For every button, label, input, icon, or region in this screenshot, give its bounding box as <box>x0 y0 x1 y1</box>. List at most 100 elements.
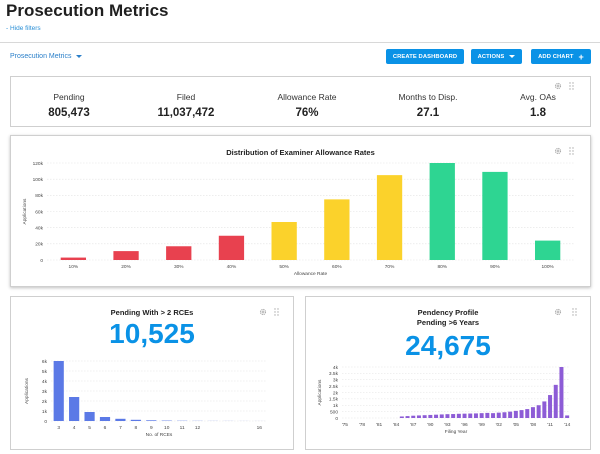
actions-button[interactable]: ACTIONS <box>471 49 522 64</box>
bar <box>399 416 404 418</box>
y-tick-label: 4k <box>42 379 48 385</box>
kpi-months-to-disp: Months to Disp. 27.1 <box>373 92 483 119</box>
x-tick-label: '02 <box>496 422 503 428</box>
y-tick-label: 1.5k <box>329 397 339 403</box>
pendency-chart-card: Pendency Profile Pending >6 Years 24,675… <box>305 296 591 450</box>
x-tick-label: '99 <box>479 422 486 428</box>
kpi-avg-oas: Avg. OAs 1.8 <box>483 92 593 119</box>
bar <box>468 413 473 418</box>
x-tick-label: '78 <box>359 422 366 428</box>
y-tick-label: 3k <box>333 378 339 384</box>
y-tick-label: 5k <box>42 369 48 375</box>
bar <box>502 412 507 418</box>
bar <box>84 412 95 421</box>
kpi-filed: Filed 11,037,472 <box>131 92 241 119</box>
y-tick-label: 1k <box>42 409 48 415</box>
bar <box>405 416 410 418</box>
x-tick-label: '81 <box>376 422 383 428</box>
dashboard-select[interactable]: Prosecution Metrics <box>10 53 83 60</box>
kpi-value: 27.1 <box>416 107 440 119</box>
kpi-allowance-rate: Allowance Rate 76% <box>252 92 362 119</box>
y-axis-label: Applications <box>317 379 323 405</box>
bar <box>429 163 455 260</box>
plus-icon: + <box>578 51 584 62</box>
y-tick-label: 80k <box>35 193 43 199</box>
bar <box>445 414 450 418</box>
kpi-card: Pending 805,473 Filed 11,037,472 Allowan… <box>10 76 591 127</box>
bar <box>530 407 535 418</box>
y-tick-label: 120k <box>33 161 44 167</box>
drag-handle-icon[interactable] <box>569 82 574 90</box>
bar <box>519 410 524 418</box>
page-title: Prosecution Metrics <box>6 1 169 20</box>
x-tick-label: 4 <box>73 425 76 431</box>
x-axis-label: No. of RCEs <box>146 432 173 438</box>
bar <box>115 418 126 421</box>
x-tick-label: 90% <box>490 264 500 270</box>
bar <box>130 419 141 421</box>
add-chart-button[interactable]: ADD CHART + <box>531 49 591 64</box>
x-tick-label: 6 <box>104 425 107 431</box>
y-tick-label: 1k <box>333 403 339 409</box>
bar <box>456 413 461 418</box>
kpi-label: Filed <box>176 92 196 102</box>
y-tick-label: 2k <box>333 390 339 396</box>
bar <box>113 251 139 260</box>
bar <box>542 401 547 418</box>
hide-filters-link[interactable]: - Hide filters <box>6 25 41 32</box>
x-axis-label: Filing Year <box>445 429 468 435</box>
bar <box>146 420 157 421</box>
x-tick-label: 5 <box>88 425 91 431</box>
y-tick-label: 100k <box>33 177 44 183</box>
x-tick-label: '05 <box>513 422 520 428</box>
pendency-chart: 05001k1.5k2k2.5k3k3.5k4k '75 '78 '81 '84 '87 '… <box>317 365 571 435</box>
x-tick-label: 70% <box>385 264 395 270</box>
x-tick-label: 80% <box>437 264 447 270</box>
bar <box>462 413 467 418</box>
x-tick-label: 30% <box>174 264 184 270</box>
kpi-value: 805,473 <box>48 107 90 119</box>
bar <box>434 414 439 418</box>
kpi-value: 11,037,472 <box>157 107 215 119</box>
bar <box>422 415 427 418</box>
kpi-pending: Pending 805,473 <box>14 92 124 119</box>
bar <box>513 410 518 418</box>
add-chart-label: ADD CHART <box>538 53 574 60</box>
bar <box>376 175 403 260</box>
x-tick-label: 7 <box>119 425 122 431</box>
bar <box>485 412 490 418</box>
x-tick-label: '84 <box>393 422 400 428</box>
bar <box>324 199 350 260</box>
y-tick-label: 4k <box>333 365 339 371</box>
bar <box>166 246 192 260</box>
x-tick-label: 11 <box>180 425 185 431</box>
bar <box>53 361 64 421</box>
caret-down-icon <box>509 55 516 58</box>
bar <box>428 414 433 418</box>
bar <box>411 415 416 418</box>
x-tick-label: '08 <box>530 422 537 428</box>
kpi-label: Avg. OAs <box>520 92 556 102</box>
bar <box>60 257 86 260</box>
gear-icon[interactable] <box>554 82 562 90</box>
bar <box>482 171 508 260</box>
header-divider <box>0 42 600 43</box>
bar <box>508 411 513 418</box>
y-tick-label: 0 <box>335 416 338 422</box>
y-tick-label: 2k <box>42 399 48 405</box>
x-tick-label: 100% <box>542 264 555 270</box>
bar <box>451 414 456 418</box>
y-axis-label: Applications <box>24 377 30 403</box>
bar <box>69 397 80 421</box>
bar <box>525 409 530 418</box>
allowance-rate-chart-card: Distribution of Examiner Allowance Rates… <box>10 135 591 287</box>
x-tick-label: 40% <box>227 264 237 270</box>
y-tick-label: 6k <box>42 359 48 365</box>
x-tick-label: 9 <box>150 425 153 431</box>
x-axis-label: Allowance Rate <box>294 271 328 277</box>
x-tick-label: '90 <box>427 422 434 428</box>
create-dashboard-button[interactable]: CREATE DASHBOARD <box>386 49 464 64</box>
y-tick-label: 0 <box>44 419 47 425</box>
x-tick-label: 3 <box>57 425 60 431</box>
bar <box>536 405 541 418</box>
